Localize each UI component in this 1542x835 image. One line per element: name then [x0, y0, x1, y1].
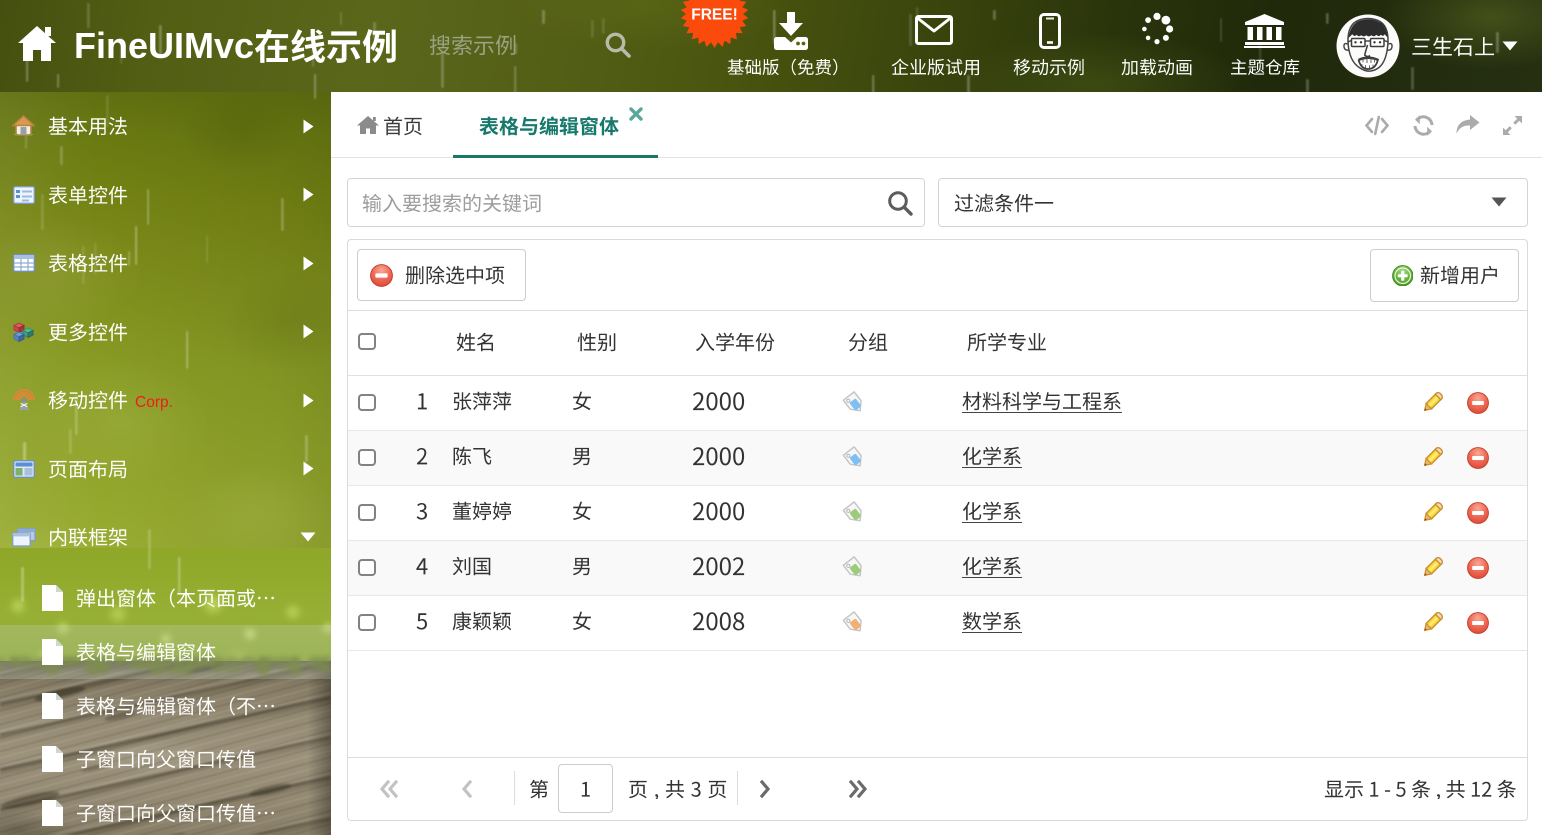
svg-text:FREE!: FREE! [691, 7, 738, 24]
